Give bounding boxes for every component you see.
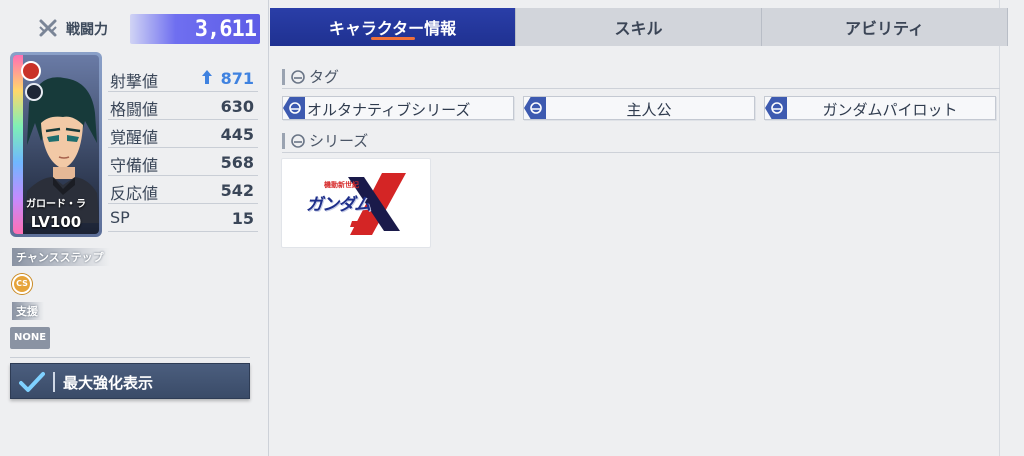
section-bar bbox=[282, 132, 285, 149]
stat-name: 格闘値 bbox=[110, 100, 159, 119]
combat-power-label: 戦闘力 bbox=[66, 22, 108, 38]
tab-bar: キャラクター情報 スキル アビリティ bbox=[270, 8, 1008, 46]
crossed-swords-icon bbox=[39, 19, 57, 37]
panel-divider-right bbox=[999, 0, 1000, 456]
character-name: ガロード・ラ bbox=[26, 199, 86, 210]
character-card[interactable]: ガロード・ラ LV100 bbox=[10, 52, 102, 237]
checkmark-icon bbox=[19, 372, 45, 392]
stat-value: 871 bbox=[220, 69, 254, 88]
stat-row-reaction: 反応値 542 bbox=[108, 176, 258, 204]
combat-power-value: 3,611 bbox=[194, 17, 257, 42]
stat-row-awakening: 覚醒値 445 bbox=[108, 120, 258, 148]
helmet-icon bbox=[291, 133, 305, 148]
tag-label: 主人公 bbox=[626, 101, 672, 119]
tab-ability[interactable]: アビリティ bbox=[762, 8, 1008, 46]
chance-step-label: チャンスステップ bbox=[12, 248, 110, 266]
active-tab-indicator bbox=[370, 37, 415, 40]
stat-value: 630 bbox=[220, 97, 254, 116]
helmet-tag-icon bbox=[524, 97, 546, 119]
panel-divider bbox=[268, 0, 269, 456]
toggle-separator bbox=[53, 372, 55, 392]
section-rule bbox=[282, 88, 1000, 89]
tab-label: キャラクター情報 bbox=[328, 19, 457, 38]
stat-name: SP bbox=[110, 208, 130, 227]
support-label: 支援 bbox=[12, 302, 44, 320]
pilot-helmet-icon bbox=[25, 83, 43, 101]
tab-label: スキル bbox=[614, 19, 663, 38]
stat-row-melee: 格闘値 630 bbox=[108, 92, 258, 120]
stat-value: 542 bbox=[220, 181, 254, 200]
series-section-title: シリーズ bbox=[309, 132, 369, 150]
stat-name: 守備値 bbox=[110, 156, 159, 175]
tag-chip[interactable]: ガンダムパイロット bbox=[764, 96, 996, 120]
character-level: LV100 bbox=[30, 213, 82, 231]
series-logo-tile[interactable]: 機動新世紀 ガンダム bbox=[281, 158, 431, 248]
tag-section-header: タグ bbox=[282, 66, 339, 87]
tag-section-title: タグ bbox=[309, 68, 340, 86]
boost-arrow-icon bbox=[202, 70, 212, 84]
tag-label: ガンダムパイロット bbox=[822, 101, 958, 119]
stats-list: 射撃値 871 格闘値 630 覚醒値 445 守備値 568 反応値 542 … bbox=[108, 64, 258, 232]
tab-character-info[interactable]: キャラクター情報 bbox=[270, 8, 516, 46]
section-bar bbox=[282, 68, 285, 85]
combat-power-bar: 戦闘力 3,611 bbox=[8, 12, 260, 46]
series-logo-title: ガンダム bbox=[306, 195, 371, 215]
support-value-badge: NONE bbox=[10, 327, 50, 349]
character-card-frame: ガロード・ラ LV100 bbox=[13, 55, 99, 234]
max-enhance-toggle[interactable]: 最大強化表示 bbox=[10, 363, 250, 399]
stat-name: 覚醒値 bbox=[110, 128, 159, 147]
tab-label: アビリティ bbox=[844, 19, 925, 38]
series-logo-subtitle: 機動新世紀 bbox=[324, 181, 359, 189]
stat-row-sp: SP 15 bbox=[108, 204, 258, 232]
chance-step-icon[interactable]: CS bbox=[12, 274, 32, 294]
card-rank-badge-icon bbox=[21, 61, 41, 81]
stat-row-defense: 守備値 568 bbox=[108, 148, 258, 176]
max-enhance-label: 最大強化表示 bbox=[63, 374, 154, 392]
tag-chip[interactable]: 主人公 bbox=[523, 96, 755, 120]
stat-value: 568 bbox=[220, 153, 254, 172]
helmet-icon bbox=[291, 69, 305, 84]
left-divider bbox=[10, 357, 250, 358]
tag-label: オルタナティブシリーズ bbox=[307, 101, 471, 119]
helmet-tag-icon bbox=[765, 97, 787, 119]
series-section-header: シリーズ bbox=[282, 130, 368, 151]
stat-value: 15 bbox=[231, 209, 254, 228]
stat-name: 反応値 bbox=[110, 184, 159, 203]
helmet-tag-icon bbox=[283, 97, 305, 119]
tag-chip[interactable]: オルタナティブシリーズ bbox=[282, 96, 514, 120]
stat-name: 射撃値 bbox=[110, 72, 159, 91]
section-rule bbox=[282, 152, 1000, 153]
tab-skill[interactable]: スキル bbox=[516, 8, 762, 46]
stat-value: 445 bbox=[220, 125, 254, 144]
stat-row-shooting: 射撃値 871 bbox=[108, 64, 258, 92]
combat-power-fill: 3,611 bbox=[130, 14, 260, 44]
